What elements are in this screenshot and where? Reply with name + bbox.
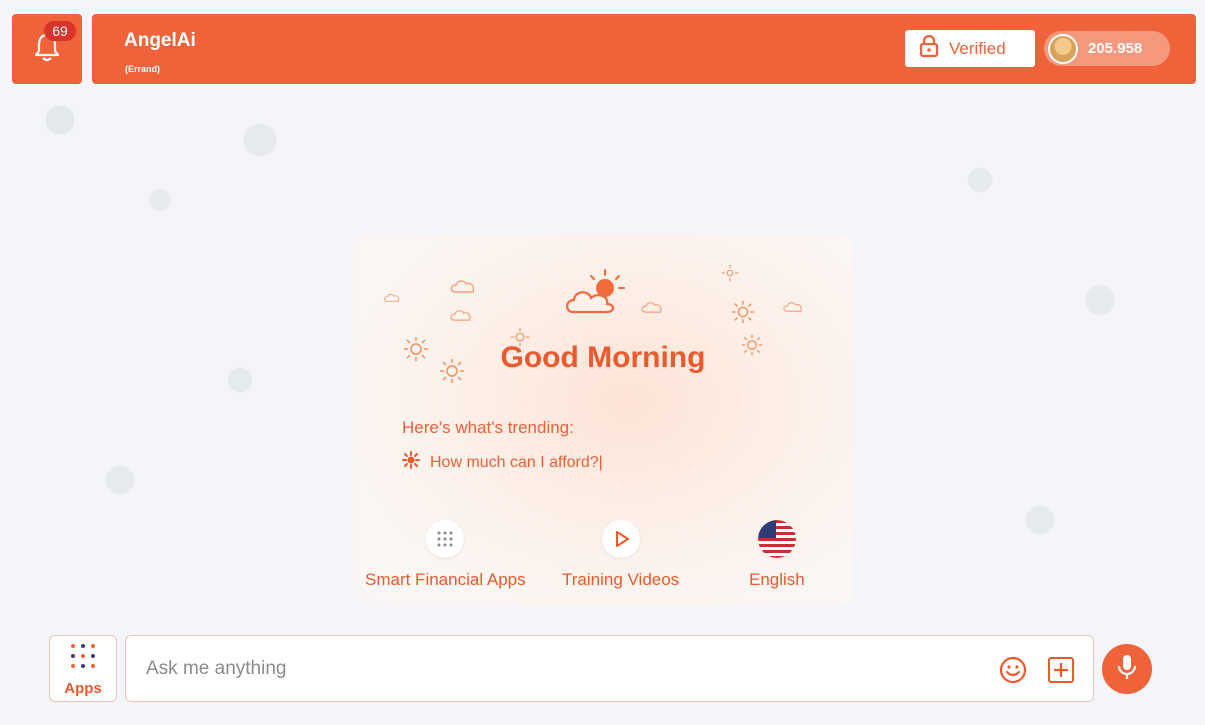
chat-input[interactable]	[146, 654, 986, 684]
apps-label: Apps	[64, 679, 102, 697]
shortcut-label: English	[749, 570, 805, 589]
notifications-button[interactable]: 69	[12, 14, 82, 84]
app-title: AngelAi	[124, 30, 196, 51]
shortcuts-row: Smart Financial Apps Training Videos Eng…	[353, 520, 853, 600]
top-bar: AngelAi (Errand) Verified 205.958	[92, 14, 1196, 84]
small-cloud-icon	[449, 308, 473, 327]
shortcut-label: Smart Financial Apps	[365, 570, 526, 589]
shortcut-smart-financial-apps[interactable]: Smart Financial Apps	[365, 520, 526, 590]
us-flag-icon	[757, 520, 796, 558]
sun-sparkle-icon	[721, 264, 739, 287]
shortcut-training-videos[interactable]: Training Videos	[562, 520, 679, 590]
shortcut-label: Training Videos	[562, 570, 680, 589]
verified-button[interactable]: Verified	[905, 30, 1035, 67]
greeting-title: Good Morning	[500, 341, 706, 374]
microphone-button[interactable]	[1102, 644, 1152, 694]
verified-label: Verified	[949, 38, 1006, 58]
lock-icon	[919, 34, 939, 63]
trending-item[interactable]: How much can I afford?|	[402, 451, 603, 474]
small-cloud-icon	[449, 278, 477, 299]
coins-balance[interactable]: 205.958	[1044, 31, 1170, 66]
apps-grid-icon	[68, 641, 98, 676]
trending-item-text: How much can I afford?|	[430, 453, 603, 471]
small-cloud-icon	[782, 300, 804, 318]
small-cloud-icon	[640, 300, 664, 319]
apps-button[interactable]: Apps	[49, 635, 117, 702]
trending-label: Here's what's trending:	[402, 418, 574, 437]
app-subtitle: (Errand)	[125, 64, 161, 74]
chat-input-container	[125, 635, 1094, 702]
add-attachment-icon[interactable]	[1047, 656, 1075, 689]
coin-avatar-icon	[1048, 33, 1078, 64]
shortcut-language[interactable]: English	[749, 520, 805, 590]
play-icon	[601, 520, 640, 558]
cloud-sun-icon	[561, 268, 637, 325]
grid-dots-icon	[426, 520, 465, 558]
emoji-icon[interactable]	[999, 656, 1027, 689]
notification-count-badge: 69	[44, 21, 76, 41]
microphone-icon	[1116, 653, 1138, 686]
coins-value: 205.958	[1088, 40, 1143, 57]
sun-sparkle-icon	[731, 300, 755, 329]
greeting-card: Good Morning Here's what's trending: How…	[353, 234, 853, 606]
sparkle-icon	[402, 451, 420, 474]
small-cloud-icon	[383, 290, 401, 308]
